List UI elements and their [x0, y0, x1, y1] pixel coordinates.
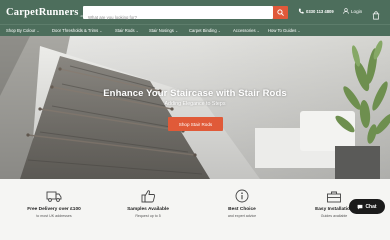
shop-stair-rods-button[interactable]: Shop Stair Rods: [168, 117, 223, 131]
search-bar: [83, 6, 288, 24]
shopping-bag-icon: [372, 11, 380, 20]
delivery-truck-icon: [46, 191, 62, 202]
main-nav: Shop By Colour ⌄ Door Thresholds & Trims ⌄…: [0, 24, 390, 36]
cart-button[interactable]: [372, 7, 380, 25]
nav-label: Stair Nosings: [149, 28, 174, 33]
phone-link[interactable]: 0330 113 4809: [298, 8, 334, 14]
nav-item-shop-by-colour[interactable]: Shop By Colour ⌄: [6, 28, 39, 33]
toolbox-icon: [327, 191, 341, 203]
logo[interactable]: CarpetRunners .co.uk: [6, 5, 89, 19]
login-link[interactable]: Login: [343, 8, 362, 14]
chevron-down-icon: ⌄: [256, 28, 260, 33]
feature-subtitle: Request up to 5: [135, 214, 161, 218]
feature-subtitle: and expert advice: [227, 214, 257, 218]
search-button[interactable]: [273, 6, 288, 19]
search-icon: [277, 9, 284, 16]
nav-item-accessories[interactable]: Accessories ⌄: [233, 28, 260, 33]
chevron-down-icon: ⌄: [36, 28, 40, 33]
search-input[interactable]: [83, 11, 259, 24]
nav-label: Accessories: [233, 28, 256, 33]
phone-number: 0330 113 4809: [306, 8, 334, 14]
nav-label: Stair Rods: [115, 28, 135, 33]
header-bar: CarpetRunners .co.uk 0330 113 4809 Login: [0, 0, 390, 24]
info-icon: [235, 189, 249, 203]
phone-icon: [298, 8, 304, 14]
nav-item-how-to-guides[interactable]: How To Guides ⌄: [268, 28, 300, 33]
nav-item-door-thresholds[interactable]: Door Thresholds & Trims ⌄: [52, 28, 102, 33]
nav-label: Carpet Binding: [189, 28, 217, 33]
feature-title: Samples Available: [127, 207, 169, 212]
logo-text: CarpetRunners: [6, 7, 79, 18]
feature-subtitle: Guides available: [320, 214, 348, 218]
chevron-down-icon: ⌄: [217, 28, 221, 33]
chat-bubble-icon: [358, 204, 363, 209]
nav-label: How To Guides: [268, 28, 297, 33]
nav-label: Door Thresholds & Trims: [52, 28, 99, 33]
nav-item-stair-rods[interactable]: Stair Rods ⌄: [115, 28, 139, 33]
nav-label: Shop By Colour: [6, 28, 36, 33]
hero-title: Enhance Your Staircase with Stair Rods: [103, 88, 287, 99]
chevron-down-icon: ⌄: [99, 28, 103, 33]
thumbs-up-icon: [141, 190, 156, 203]
chevron-down-icon: ⌄: [175, 28, 179, 33]
hero-banner: Enhance Your Staircase with Stair Rods A…: [0, 36, 390, 179]
feature-subtitle: to most UK addresses: [36, 214, 72, 218]
hero-staircase-image: [0, 36, 390, 179]
chevron-down-icon: ⌄: [135, 28, 139, 33]
nav-item-carpet-binding[interactable]: Carpet Binding ⌄: [189, 28, 221, 33]
nav-item-stair-nosings[interactable]: Stair Nosings ⌄: [149, 28, 178, 33]
hero-subtitle: Adding Elegance to Steps: [164, 101, 226, 107]
user-icon: [343, 8, 349, 14]
features-strip: Free Delivery over £100 to most UK addre…: [0, 179, 390, 240]
feature-title: Best Choice: [228, 207, 256, 212]
chat-button[interactable]: Chat: [349, 199, 385, 214]
feature-title: Free Delivery over £100: [27, 207, 81, 212]
login-label: Login: [351, 8, 363, 14]
chevron-down-icon: ⌄: [297, 28, 301, 33]
chat-label: Chat: [365, 203, 377, 210]
